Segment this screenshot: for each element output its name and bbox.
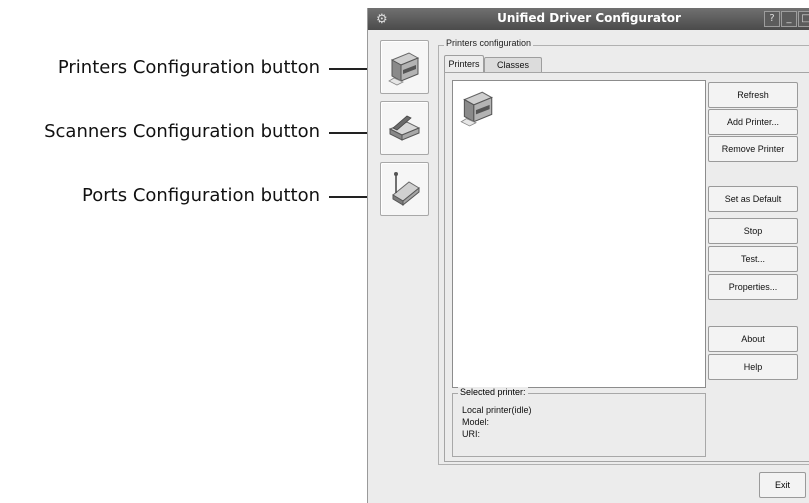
printer-icon <box>388 52 420 86</box>
selected-printer-label: Selected printer: <box>458 387 528 397</box>
exit-button[interactable]: Exit <box>759 472 806 498</box>
about-button[interactable]: About <box>708 326 798 352</box>
printer-status-text: Local printer(idle) <box>462 405 532 415</box>
list-item[interactable] <box>459 87 499 127</box>
tab-printers[interactable]: Printers <box>444 55 484 73</box>
minimize-button[interactable]: _ <box>781 11 797 27</box>
set-default-button[interactable]: Set as Default <box>708 186 798 212</box>
selected-printer-group <box>452 393 706 457</box>
port-icon <box>392 172 420 207</box>
add-printer-button[interactable]: Add Printer... <box>708 109 798 135</box>
maximize-button[interactable]: □ <box>798 11 809 27</box>
configurator-window: ⚙ Unified Driver Configurator ? _ □ X <box>367 8 809 503</box>
refresh-button[interactable]: Refresh <box>708 82 798 108</box>
scanner-icon <box>388 115 421 141</box>
callout-label-scanners: Scanners Configuration button <box>44 121 320 142</box>
group-title: Printers configuration <box>444 38 534 48</box>
model-text: Model: <box>462 417 490 427</box>
remove-printer-button[interactable]: Remove Printer <box>708 136 798 162</box>
printers-config-button[interactable] <box>380 40 429 94</box>
printer-icon <box>460 91 493 127</box>
help-button[interactable]: ? <box>764 11 780 27</box>
test-button[interactable]: Test... <box>708 246 798 272</box>
window-title: Unified Driver Configurator <box>497 11 681 25</box>
printer-list[interactable] <box>452 80 706 388</box>
ports-config-button[interactable] <box>380 162 429 216</box>
uri-text: URI: <box>462 429 480 439</box>
properties-button[interactable]: Properties... <box>708 274 798 300</box>
tab-classes[interactable]: Classes <box>484 57 542 73</box>
stop-button[interactable]: Stop <box>708 218 798 244</box>
title-bar[interactable]: ⚙ Unified Driver Configurator ? _ □ X <box>368 8 809 30</box>
scanners-config-button[interactable] <box>380 101 429 155</box>
help-text-button[interactable]: Help <box>708 354 798 380</box>
callout-label-ports: Ports Configuration button <box>82 185 320 206</box>
callout-label-printers: Printers Configuration button <box>57 57 320 78</box>
